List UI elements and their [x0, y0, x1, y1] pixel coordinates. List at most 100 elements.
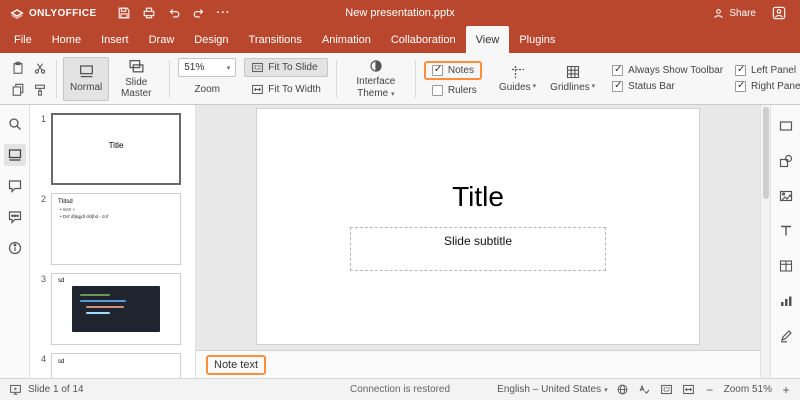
- left-panel-label: Left Panel: [751, 65, 796, 76]
- zoom-value-dropdown[interactable]: 51% ▾: [178, 58, 236, 77]
- zoom-level[interactable]: Zoom 51%: [724, 384, 772, 395]
- set-language-button[interactable]: [616, 382, 630, 398]
- comments-button[interactable]: [4, 175, 26, 197]
- zoom-out-button[interactable]: −: [704, 383, 716, 397]
- toolbar-divider: [169, 60, 170, 98]
- textart-settings-icon: [778, 223, 794, 239]
- right-sidebar: [770, 105, 800, 378]
- tab-view[interactable]: View: [466, 26, 510, 53]
- share-button[interactable]: Share: [712, 7, 756, 20]
- chat-button[interactable]: [4, 206, 26, 228]
- checkbox-box: [612, 65, 623, 76]
- gridlines-label: Gridlines: [550, 82, 589, 94]
- slide-title[interactable]: Title: [257, 181, 699, 213]
- status-bar-checkbox[interactable]: Status Bar: [612, 81, 723, 92]
- interface-theme-button[interactable]: Interface Theme ▾: [343, 55, 409, 102]
- rulers-label: Rulers: [448, 85, 477, 96]
- copy-style-button[interactable]: [30, 80, 50, 100]
- paste-button[interactable]: [8, 58, 28, 78]
- tab-home[interactable]: Home: [42, 26, 91, 53]
- start-slideshow-button[interactable]: [8, 382, 22, 398]
- image-settings-icon: [778, 188, 794, 204]
- slide-thumbnail-2[interactable]: 2 Ttitsd SAY + Dsf dfjkgjdl dsfjhd - znf: [30, 189, 195, 269]
- undo-button[interactable]: [163, 3, 185, 23]
- fit-to-slide-label: Fit To Slide: [268, 62, 317, 73]
- save-button[interactable]: [113, 3, 135, 23]
- tab-plugins[interactable]: Plugins: [509, 26, 565, 53]
- right-panel-checkbox[interactable]: Right Panel: [735, 81, 800, 92]
- user-avatar[interactable]: [768, 3, 790, 23]
- normal-view-button[interactable]: Normal: [63, 57, 109, 101]
- notes-area[interactable]: Note text: [196, 350, 760, 378]
- zoom-in-button[interactable]: +: [780, 383, 792, 397]
- fit-to-width-button[interactable]: [682, 382, 696, 398]
- slide-master-button[interactable]: Slide Master: [109, 55, 163, 103]
- table-settings-button[interactable]: [775, 255, 797, 277]
- tab-animation[interactable]: Animation: [312, 26, 381, 53]
- left-panel-checkbox[interactable]: Left Panel: [735, 65, 800, 76]
- fit-to-width-button[interactable]: Fit To Width: [244, 80, 328, 99]
- checkbox-box: [432, 65, 443, 76]
- tab-design[interactable]: Design: [184, 26, 238, 53]
- language-label: English – United States: [497, 384, 601, 395]
- tab-insert[interactable]: Insert: [91, 26, 139, 53]
- spellcheck-button[interactable]: [638, 382, 652, 398]
- scrollbar-thumb[interactable]: [763, 107, 769, 199]
- slides-panel-button[interactable]: [4, 144, 26, 166]
- redo-button[interactable]: [188, 3, 210, 23]
- tab-collaboration[interactable]: Collaboration: [381, 26, 466, 53]
- slide-master-icon: [128, 58, 145, 75]
- chart-settings-icon: [778, 293, 794, 309]
- note-text[interactable]: Note text: [214, 359, 258, 371]
- notes-label: Notes: [448, 65, 474, 76]
- slide-subtitle-placeholder[interactable]: Slide subtitle: [350, 227, 606, 271]
- guides-label: Guides: [499, 82, 531, 94]
- tab-file[interactable]: File: [4, 26, 42, 53]
- cut-button[interactable]: [30, 58, 50, 78]
- toolbar-divider: [56, 60, 57, 98]
- slide-thumbnail-1[interactable]: 1 Title: [30, 109, 195, 189]
- fit-to-slide-button[interactable]: [660, 382, 674, 398]
- normal-view-icon: [78, 63, 95, 80]
- notes-checkbox[interactable]: Notes: [432, 65, 474, 76]
- note-text-highlight-box: Note text: [206, 355, 266, 375]
- chat-icon: [7, 209, 23, 225]
- shape-settings-button[interactable]: [775, 150, 797, 172]
- slide-settings-button[interactable]: [775, 115, 797, 137]
- copy-button[interactable]: [8, 80, 28, 100]
- slide-number: 3: [36, 273, 46, 345]
- search-button[interactable]: [4, 113, 26, 135]
- fit-to-width-icon: [251, 83, 264, 96]
- signature-settings-button[interactable]: [775, 325, 797, 347]
- image-settings-button[interactable]: [775, 185, 797, 207]
- always-show-toolbar-checkbox[interactable]: Always Show Toolbar: [612, 65, 723, 76]
- slide-master-label: Slide Master: [116, 77, 156, 100]
- textart-settings-button[interactable]: [775, 220, 797, 242]
- slide-thumbnail-3[interactable]: 3 sd: [30, 269, 195, 349]
- always-show-toolbar-label: Always Show Toolbar: [628, 65, 723, 76]
- current-slide[interactable]: Title Slide subtitle: [257, 109, 699, 344]
- gridlines-button[interactable]: Gridlines▾: [543, 57, 602, 101]
- slide-number: 1: [36, 113, 46, 185]
- main-area: 1 Title 2 Ttitsd SAY + Dsf dfjkgjdl dsfj…: [0, 105, 800, 378]
- language-selector[interactable]: English – United States ▾: [497, 384, 607, 395]
- guides-gridlines-group: Guides▾ Gridlines▾: [488, 53, 606, 104]
- share-user-icon: [712, 7, 725, 20]
- guides-button[interactable]: Guides▾: [492, 57, 543, 101]
- print-button[interactable]: [138, 3, 160, 23]
- titlebar-right: Share: [712, 3, 790, 23]
- slide-thumbnail-4[interactable]: 4 sd: [30, 349, 195, 378]
- feedback-button[interactable]: [4, 237, 26, 259]
- tab-draw[interactable]: Draw: [139, 26, 185, 53]
- fit-to-slide-button[interactable]: Fit To Slide: [244, 58, 328, 77]
- vertical-scrollbar[interactable]: [760, 105, 770, 378]
- chart-settings-button[interactable]: [775, 290, 797, 312]
- rulers-checkbox[interactable]: Rulers: [432, 85, 482, 96]
- thumbnail-bullet: SAY +: [60, 207, 180, 214]
- thumbnail-title: sd: [58, 278, 180, 284]
- more-actions-button[interactable]: ···: [213, 3, 235, 23]
- clipboard-group: [4, 53, 54, 104]
- tab-transitions[interactable]: Transitions: [239, 26, 312, 53]
- slide-position: Slide 1 of 14: [28, 384, 84, 395]
- slide-canvas[interactable]: Title Slide subtitle: [196, 105, 760, 350]
